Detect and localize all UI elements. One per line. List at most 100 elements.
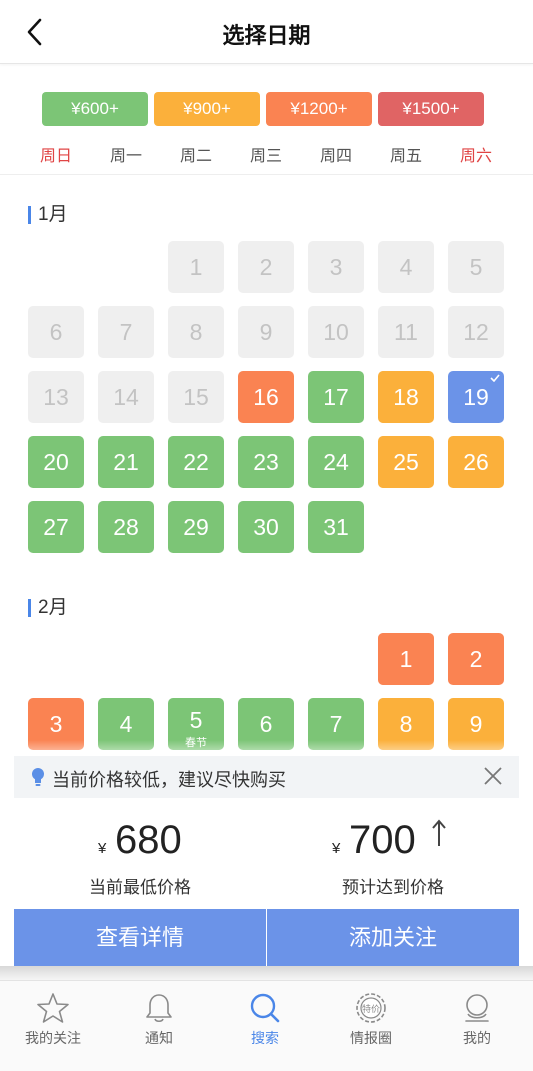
price-tip-bar: 当前价格较低，建议尽快购买 [14, 756, 519, 798]
arrow-up-icon [432, 819, 446, 846]
weekday-sun: 周日 [39, 148, 72, 165]
calendar-day: 9 [238, 306, 294, 358]
tab-search[interactable]: 搜索 [212, 981, 318, 1071]
tab-label: 我的关注 [25, 1030, 81, 1046]
deal-badge-icon: 特价 [356, 993, 386, 1023]
calendar-day: 13 [28, 371, 84, 423]
weekday-tue: 周二 [179, 148, 212, 165]
svg-text:特价: 特价 [362, 1003, 380, 1015]
day-number: 2 [469, 646, 483, 672]
price-legend: ¥600+ ¥900+ ¥1200+ ¥1500+ [42, 92, 484, 126]
weekday-header: 周日 周一 周二 周三 周四 周五 周六 [21, 142, 511, 165]
tab-label: 通知 [145, 1030, 173, 1046]
calendar-day[interactable]: 20 [28, 436, 84, 488]
calendar-day: 8 [168, 306, 224, 358]
day-number: 26 [463, 449, 489, 475]
day-number: 29 [183, 514, 209, 540]
tab-mine[interactable]: 我的 [424, 981, 530, 1071]
calendar-day[interactable]: 1 [378, 633, 434, 685]
calendar-day: 10 [308, 306, 364, 358]
tab-label: 搜索 [251, 1030, 279, 1046]
predicted-price-label: 预计达到价格 [342, 878, 444, 897]
weekday-mon: 周一 [109, 148, 142, 165]
day-number: 16 [253, 384, 279, 410]
currency-symbol: ¥ [98, 840, 107, 857]
search-icon [250, 993, 280, 1023]
day-number: 30 [253, 514, 279, 540]
day-number: 12 [463, 319, 489, 345]
tab-notifications[interactable]: 通知 [106, 981, 212, 1071]
divider [0, 174, 533, 175]
day-number: 9 [259, 319, 273, 345]
tab-label: 情报圈 [350, 1030, 392, 1046]
legend-chip-600: ¥600+ [42, 92, 148, 126]
tab-info-circle[interactable]: 特价 情报圈 [318, 981, 424, 1071]
calendar-day: 4 [378, 241, 434, 293]
tab-my-follows[interactable]: 我的关注 [0, 981, 106, 1071]
current-price-block: ¥ 680 当前最低价格 [14, 798, 266, 909]
calendar-day[interactable]: 29 [168, 501, 224, 553]
day-number: 3 [49, 711, 63, 737]
day-number: 25 [393, 449, 419, 475]
calendar-day[interactable]: 2 [448, 633, 504, 685]
day-number: 14 [113, 384, 139, 410]
calendar-day: 2 [238, 241, 294, 293]
day-number: 4 [119, 711, 133, 737]
close-icon[interactable] [483, 766, 503, 786]
calendar-day[interactable]: 24 [308, 436, 364, 488]
day-number: 5 [189, 707, 203, 733]
calendar-day[interactable]: 27 [28, 501, 84, 553]
currency-symbol: ¥ [332, 840, 341, 857]
calendar-day[interactable]: 30 [238, 501, 294, 553]
weekday-wed: 周三 [249, 148, 282, 165]
tip-text: 当前价格较低，建议尽快购买 [52, 770, 286, 790]
star-icon [37, 993, 69, 1023]
calendar-day[interactable]: 22 [168, 436, 224, 488]
view-details-button[interactable]: 查看详情 [14, 909, 266, 966]
calendar-day[interactable]: 21 [98, 436, 154, 488]
day-number: 8 [399, 711, 413, 737]
day-number: 28 [113, 514, 139, 540]
calendar-day: 15 [168, 371, 224, 423]
day-number: 2 [259, 254, 273, 280]
calendar-day[interactable]: 23 [238, 436, 294, 488]
calendar-day[interactable]: 16 [238, 371, 294, 423]
weekday-fri: 周五 [389, 148, 422, 165]
calendar-day[interactable]: 31 [308, 501, 364, 553]
calendar-day[interactable]: 18 [378, 371, 434, 423]
top-bar: 选择日期 [0, 0, 533, 64]
predicted-price-block: ¥ 700 预计达到价格 [267, 798, 519, 909]
day-number: 7 [329, 711, 343, 737]
weekday-sat: 周六 [459, 148, 492, 165]
day-number: 11 [394, 319, 418, 345]
day-number: 21 [113, 449, 139, 475]
add-follow-button[interactable]: 添加关注 [267, 909, 519, 966]
calendar-day[interactable]: 25 [378, 436, 434, 488]
calendar-day: 11 [378, 306, 434, 358]
day-number: 17 [323, 384, 349, 410]
day-number: 5 [469, 254, 483, 280]
calendar-day: 12 [448, 306, 504, 358]
calendar-day[interactable]: 26 [448, 436, 504, 488]
calendar-day[interactable]: 17 [308, 371, 364, 423]
weekday-thu: 周四 [319, 148, 352, 165]
month-label: 2月 [38, 597, 68, 618]
day-number: 27 [43, 514, 69, 540]
calendar-day[interactable]: 28 [98, 501, 154, 553]
day-number: 13 [43, 384, 69, 410]
check-icon [490, 374, 500, 382]
day-number: 7 [119, 319, 133, 345]
day-number: 6 [259, 711, 273, 737]
tab-label: 我的 [463, 1030, 491, 1046]
day-number: 22 [183, 449, 209, 475]
calendar-day: 1 [168, 241, 224, 293]
day-number: 3 [329, 254, 343, 280]
day-number: 8 [189, 319, 203, 345]
month-accent-bar [28, 599, 31, 617]
legend-chip-1500: ¥1500+ [378, 92, 484, 126]
day-number: 23 [253, 449, 279, 475]
calendar-day-selected[interactable]: 19 [448, 371, 504, 423]
page-title: 选择日期 [222, 23, 311, 48]
button-divider [266, 909, 267, 966]
calendar-day: 7 [98, 306, 154, 358]
